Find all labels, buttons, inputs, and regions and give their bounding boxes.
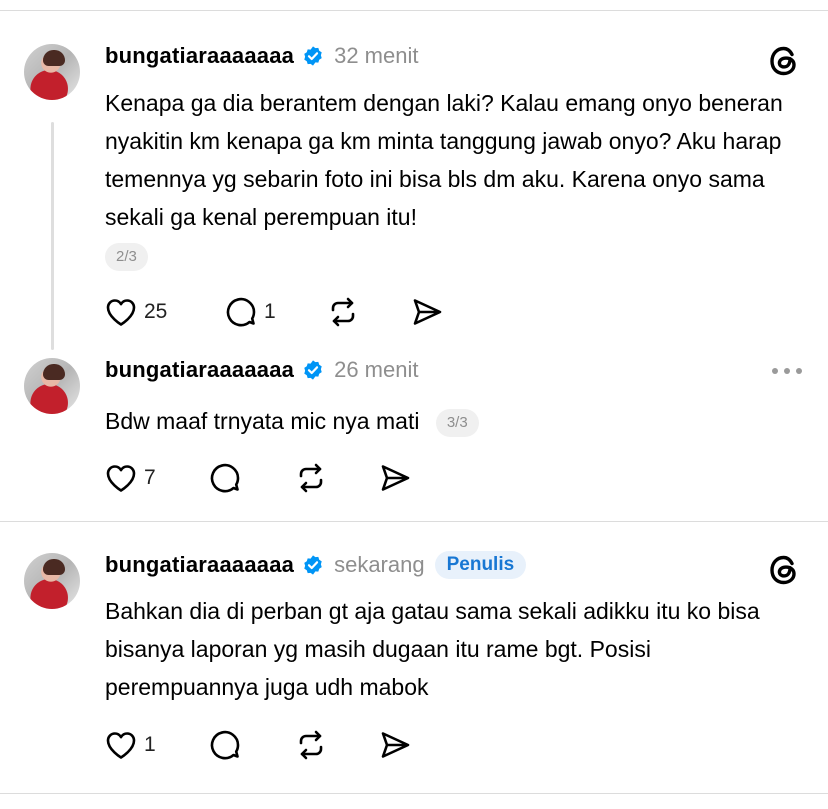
post-actions: 1 (104, 727, 464, 763)
top-divider (0, 10, 828, 11)
username[interactable]: bungatiaraaaaaaa (105, 357, 294, 383)
reply-button[interactable]: 1 (224, 294, 276, 330)
repost-icon (331, 297, 355, 327)
reply-button[interactable] (208, 727, 242, 763)
threads-logo-icon[interactable] (766, 43, 802, 79)
thread-pager: 3/3 (435, 408, 479, 437)
verified-badge-icon (304, 360, 322, 380)
send-icon (413, 299, 442, 325)
username[interactable]: bungatiaraaaaaaa (105, 552, 294, 578)
repost-button[interactable] (294, 727, 328, 763)
post-header: bungatiaraaaaaaa sekarang Penulis (105, 550, 527, 580)
thread-pager: 2/3 (105, 243, 148, 271)
author-badge: Penulis (434, 551, 527, 579)
comment-icon (210, 463, 240, 493)
more-options-icon[interactable] (772, 368, 802, 374)
username[interactable]: bungatiaraaaaaaa (105, 43, 294, 69)
send-icon (381, 465, 410, 491)
share-button[interactable] (378, 460, 412, 496)
repost-icon (299, 463, 323, 493)
post-actions: 7 (104, 460, 464, 496)
avatar[interactable] (24, 358, 80, 414)
send-icon (381, 732, 410, 758)
heart-icon (106, 732, 136, 759)
comment-icon (226, 297, 256, 327)
post-time: 26 menit (334, 357, 419, 382)
post-header: bungatiaraaaaaaa 32 menit (105, 41, 418, 71)
post-time: sekarang (334, 552, 425, 577)
repost-button[interactable] (326, 294, 360, 330)
post-text: Bdw maaf trnyata mic nya mati 3/3 (105, 402, 795, 440)
post-text: Bahkan dia di perban gt aja gatau sama s… (105, 598, 760, 700)
bottom-divider (0, 793, 828, 794)
reply-count: 1 (264, 300, 276, 323)
thread-connector-line (51, 122, 54, 350)
like-count: 25 (144, 300, 168, 323)
verified-badge-icon (304, 555, 322, 575)
heart-icon (106, 299, 136, 326)
verified-badge-icon (304, 46, 322, 66)
threads-logo-icon[interactable] (766, 552, 802, 588)
repost-button[interactable] (294, 460, 328, 496)
avatar[interactable] (24, 553, 80, 609)
share-button[interactable] (378, 727, 412, 763)
post-divider (0, 521, 828, 522)
post-text-body: Bdw maaf trnyata mic nya mati (105, 408, 420, 434)
reply-button[interactable] (208, 460, 242, 496)
repost-icon (299, 730, 323, 760)
like-button[interactable]: 25 (104, 294, 167, 330)
like-count: 1 (144, 733, 156, 756)
like-button[interactable]: 7 (104, 460, 156, 496)
like-count: 7 (144, 466, 156, 489)
comment-icon (210, 730, 240, 760)
post-header: bungatiaraaaaaaa 26 menit (105, 355, 418, 385)
like-button[interactable]: 1 (104, 727, 156, 763)
post-time: 32 menit (334, 43, 419, 68)
share-button[interactable] (410, 294, 444, 330)
post-actions: 25 1 (104, 294, 464, 330)
avatar[interactable] (24, 44, 80, 100)
post-text: Kenapa ga dia berantem dengan laki? Kala… (105, 90, 783, 230)
heart-icon (106, 465, 136, 492)
